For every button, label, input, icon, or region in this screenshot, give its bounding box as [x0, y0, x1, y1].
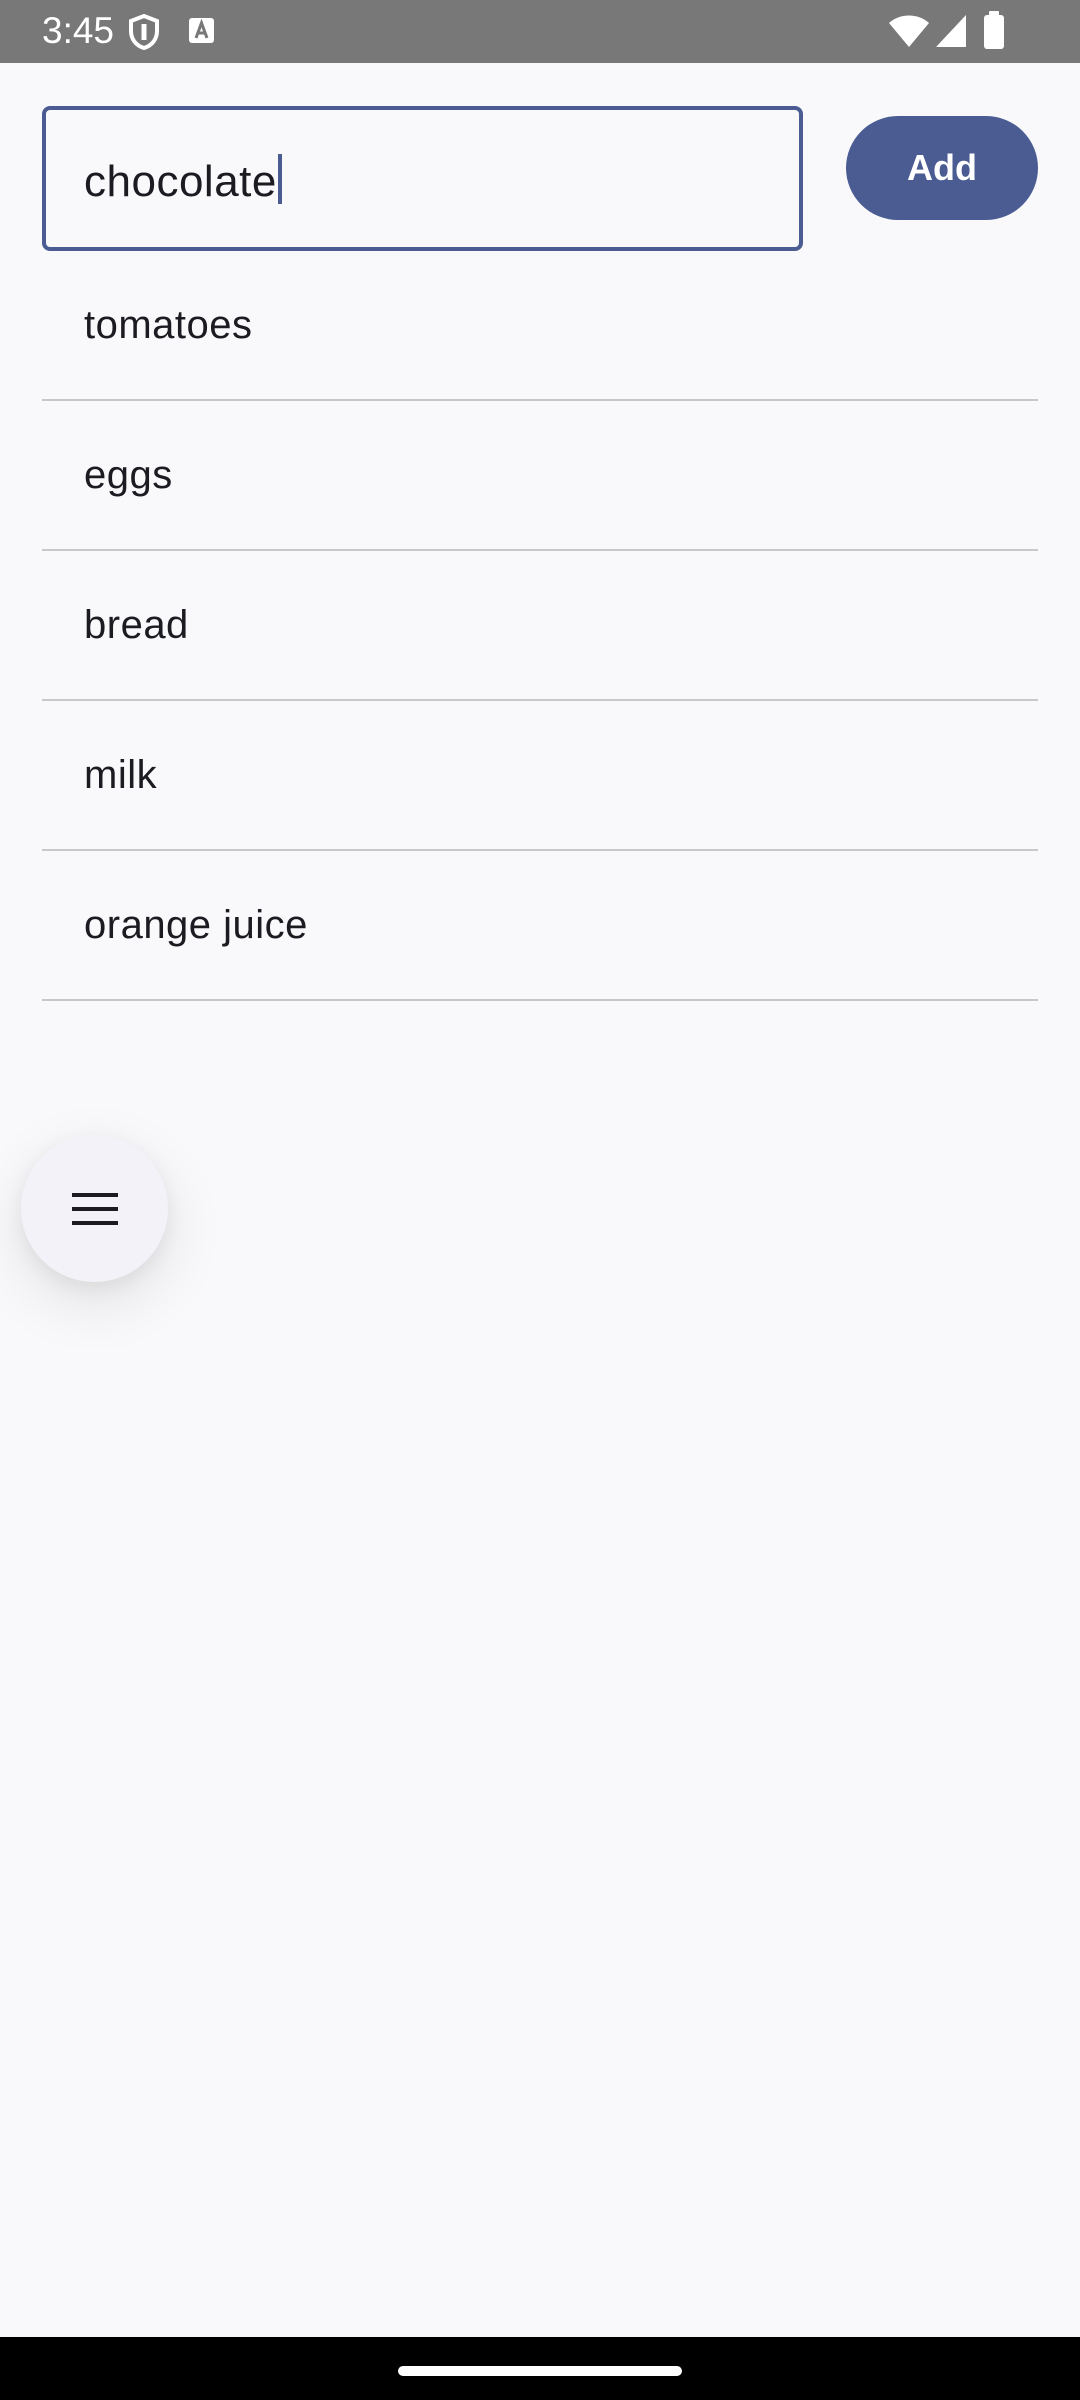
list-item-label: eggs — [84, 453, 173, 497]
list-item-label: milk — [84, 753, 158, 797]
list-item-label: tomatoes — [84, 303, 253, 347]
list-item-label: bread — [84, 603, 189, 647]
home-gesture-handle[interactable] — [398, 2366, 682, 2376]
text-cursor — [277, 154, 282, 204]
navigation-bar — [0, 2337, 1080, 2400]
shopping-list: tomatoes eggs bread milk orange juice — [42, 251, 1038, 1001]
status-time: 3:45 — [42, 10, 115, 51]
list-item[interactable]: bread — [42, 551, 1038, 701]
wifi-icon — [889, 15, 929, 47]
hamburger-menu-icon — [71, 1192, 118, 1225]
list-item[interactable]: milk — [42, 701, 1038, 851]
menu-fab-button[interactable] — [21, 1135, 168, 1282]
list-item-label: orange juice — [84, 903, 308, 947]
item-input-value[interactable]: chocolate — [84, 154, 282, 208]
add-button[interactable]: Add — [846, 116, 1038, 220]
cell-signal-icon — [936, 15, 966, 47]
status-bar: 3:45 — [0, 0, 1080, 63]
list-item[interactable]: tomatoes — [42, 251, 1038, 401]
battery-icon — [984, 11, 1004, 49]
font-a-icon — [189, 18, 214, 43]
list-item[interactable]: orange juice — [42, 851, 1038, 1001]
list-item[interactable]: eggs — [42, 401, 1038, 551]
item-input-field[interactable]: chocolate — [42, 106, 803, 251]
shield-icon — [129, 14, 159, 50]
